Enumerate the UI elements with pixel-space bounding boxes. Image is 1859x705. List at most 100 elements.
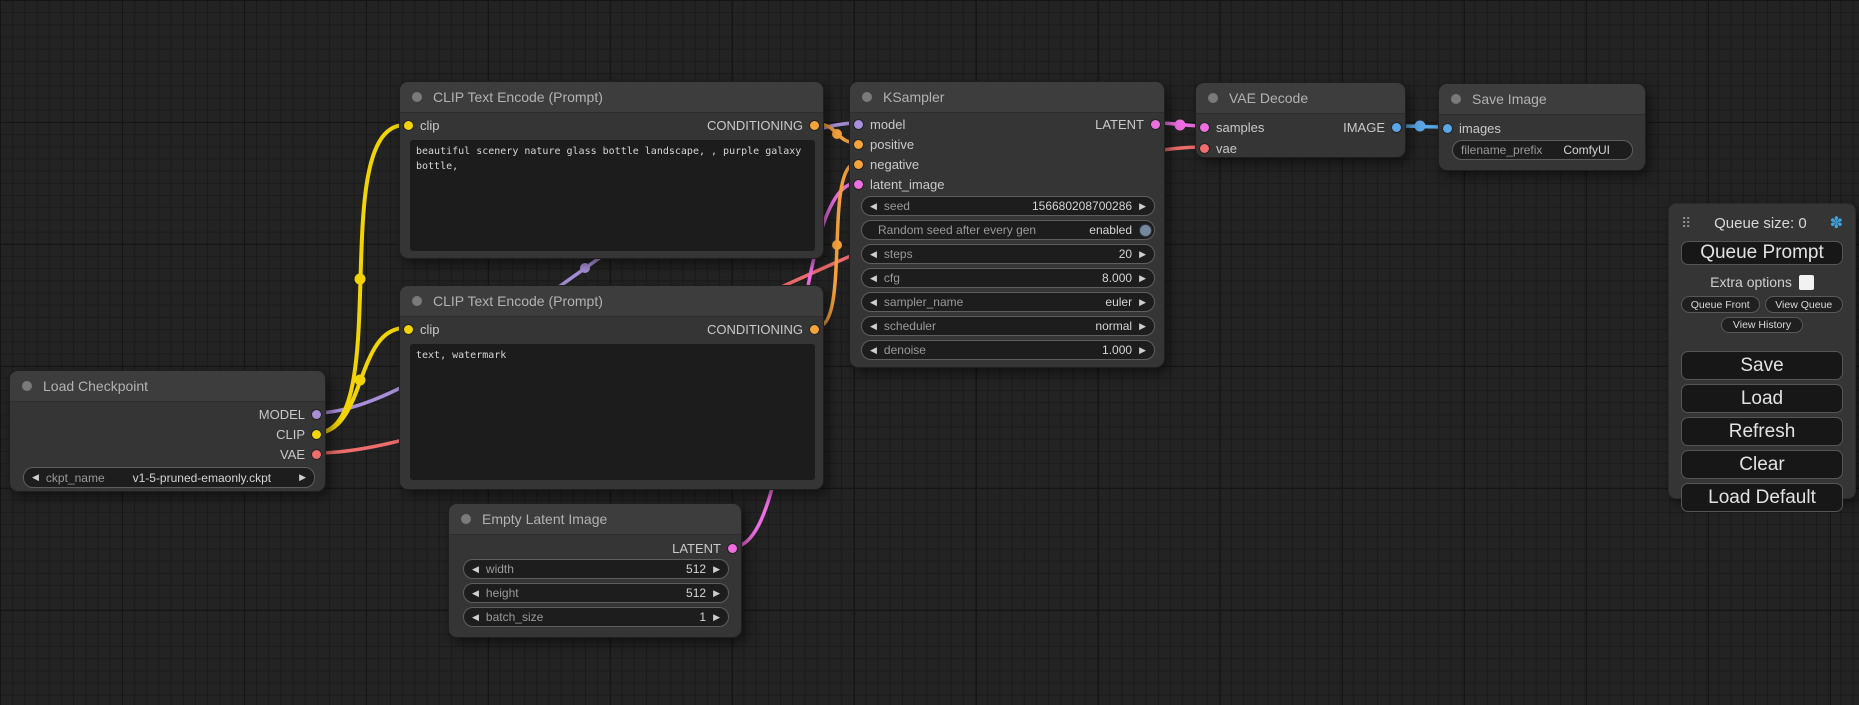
collapse-dot[interactable] <box>412 92 422 102</box>
vae-port-icon[interactable] <box>1200 144 1209 153</box>
gear-icon[interactable]: ✽ <box>1830 213 1843 233</box>
extra-options-checkbox[interactable] <box>1799 275 1814 290</box>
decrement-arrow-icon[interactable]: ◀ <box>870 322 877 331</box>
image-port-icon[interactable] <box>1392 123 1401 132</box>
node-clip-text-encode-negative[interactable]: CLIP Text Encode (Prompt) clip CONDITION… <box>399 285 824 490</box>
refresh-button[interactable]: Refresh <box>1681 417 1843 446</box>
increment-arrow-icon[interactable]: ▶ <box>1139 202 1146 211</box>
drag-handle-icon[interactable]: ⠿ <box>1681 215 1691 232</box>
decrement-arrow-icon[interactable]: ◀ <box>870 274 877 283</box>
decrement-arrow-icon[interactable]: ◀ <box>870 298 877 307</box>
increment-arrow-icon[interactable]: ▶ <box>1139 322 1146 331</box>
clear-button[interactable]: Clear <box>1681 450 1843 479</box>
node-header[interactable]: CLIP Text Encode (Prompt) <box>400 82 823 113</box>
increment-arrow-icon[interactable]: ▶ <box>1139 298 1146 307</box>
image-port-icon[interactable] <box>1443 124 1452 133</box>
load-button[interactable]: Load <box>1681 384 1843 413</box>
input-slot-model[interactable]: model <box>854 116 905 132</box>
node-load-checkpoint[interactable]: Load Checkpoint MODEL CLIP VAE ◀ ckpt_na… <box>9 370 326 492</box>
input-slot-clip[interactable]: clip <box>404 321 440 337</box>
decrement-arrow-icon[interactable]: ◀ <box>472 565 479 574</box>
widget-sampler-name[interactable]: ◀ sampler_name euler ▶ <box>861 292 1155 312</box>
increment-arrow-icon[interactable]: ▶ <box>299 473 306 482</box>
prompt-textarea[interactable]: beautiful scenery nature glass bottle la… <box>410 140 815 251</box>
widget-width[interactable]: ◀ width 512 ▶ <box>463 559 729 579</box>
conditioning-port-icon[interactable] <box>810 325 819 334</box>
input-slot-positive[interactable]: positive <box>854 136 914 152</box>
widget-steps[interactable]: ◀ steps 20 ▶ <box>861 244 1155 264</box>
node-header[interactable]: Load Checkpoint <box>10 371 325 402</box>
decrement-arrow-icon[interactable]: ◀ <box>472 589 479 598</box>
increment-arrow-icon[interactable]: ▶ <box>713 613 720 622</box>
conditioning-port-icon[interactable] <box>854 140 863 149</box>
node-graph-canvas[interactable]: Load Checkpoint MODEL CLIP VAE ◀ ckpt_na… <box>0 0 1859 705</box>
clip-port-icon[interactable] <box>312 430 321 439</box>
toggle-dot-icon[interactable] <box>1139 224 1152 237</box>
latent-port-icon[interactable] <box>1200 123 1209 132</box>
widget-cfg[interactable]: ◀ cfg 8.000 ▶ <box>861 268 1155 288</box>
node-header[interactable]: Empty Latent Image <box>449 504 741 535</box>
queue-prompt-button[interactable]: Queue Prompt <box>1681 241 1843 265</box>
output-slot-vae[interactable]: VAE <box>280 446 321 462</box>
collapse-dot[interactable] <box>1451 94 1461 104</box>
collapse-dot[interactable] <box>1208 93 1218 103</box>
widget-seed[interactable]: ◀ seed 156680208700286 ▶ <box>861 196 1155 216</box>
queue-front-button[interactable]: Queue Front <box>1681 296 1760 313</box>
output-slot-model[interactable]: MODEL <box>259 406 321 422</box>
node-save-image[interactable]: Save Image images filename_prefix ComfyU… <box>1438 83 1646 171</box>
output-slot-latent[interactable]: LATENT <box>1095 116 1160 132</box>
input-slot-clip[interactable]: clip <box>404 117 440 133</box>
latent-port-icon[interactable] <box>854 180 863 189</box>
widget-ckpt-name[interactable]: ◀ ckpt_name v1-5-pruned-emaonly.ckpt ▶ <box>23 467 315 488</box>
increment-arrow-icon[interactable]: ▶ <box>713 565 720 574</box>
increment-arrow-icon[interactable]: ▶ <box>1139 346 1146 355</box>
input-slot-samples[interactable]: samples <box>1200 119 1264 135</box>
model-port-icon[interactable] <box>854 120 863 129</box>
node-ksampler[interactable]: KSampler model positive negative latent_… <box>849 81 1165 368</box>
latent-port-icon[interactable] <box>1151 120 1160 129</box>
decrement-arrow-icon[interactable]: ◀ <box>472 613 479 622</box>
latent-port-icon[interactable] <box>728 544 737 553</box>
node-header[interactable]: VAE Decode <box>1196 83 1405 114</box>
collapse-dot[interactable] <box>412 296 422 306</box>
save-button[interactable]: Save <box>1681 351 1843 380</box>
output-slot-clip[interactable]: CLIP <box>276 426 321 442</box>
view-queue-button[interactable]: View Queue <box>1765 296 1844 313</box>
output-slot-latent[interactable]: LATENT <box>672 540 737 556</box>
load-default-button[interactable]: Load Default <box>1681 483 1843 512</box>
input-slot-negative[interactable]: negative <box>854 156 919 172</box>
clip-port-icon[interactable] <box>404 325 413 334</box>
clip-port-icon[interactable] <box>404 121 413 130</box>
vae-port-icon[interactable] <box>312 450 321 459</box>
conditioning-port-icon[interactable] <box>854 160 863 169</box>
view-history-button[interactable]: View History <box>1721 317 1803 333</box>
input-slot-images[interactable]: images <box>1443 120 1501 136</box>
widget-height[interactable]: ◀ height 512 ▶ <box>463 583 729 603</box>
decrement-arrow-icon[interactable]: ◀ <box>870 202 877 211</box>
node-header[interactable]: Save Image <box>1439 84 1645 115</box>
node-clip-text-encode-positive[interactable]: CLIP Text Encode (Prompt) clip CONDITION… <box>399 81 824 259</box>
widget-denoise[interactable]: ◀ denoise 1.000 ▶ <box>861 340 1155 360</box>
increment-arrow-icon[interactable]: ▶ <box>1139 274 1146 283</box>
input-slot-latent-image[interactable]: latent_image <box>854 176 944 192</box>
output-slot-image[interactable]: IMAGE <box>1343 119 1401 135</box>
output-slot-conditioning[interactable]: CONDITIONING <box>707 321 819 337</box>
decrement-arrow-icon[interactable]: ◀ <box>870 346 877 355</box>
widget-scheduler[interactable]: ◀ scheduler normal ▶ <box>861 316 1155 336</box>
prompt-textarea[interactable]: text, watermark <box>410 344 815 480</box>
output-slot-conditioning[interactable]: CONDITIONING <box>707 117 819 133</box>
widget-batch-size[interactable]: ◀ batch_size 1 ▶ <box>463 607 729 627</box>
decrement-arrow-icon[interactable]: ◀ <box>32 473 39 482</box>
input-slot-vae[interactable]: vae <box>1200 140 1237 156</box>
node-vae-decode[interactable]: VAE Decode samples vae IMAGE <box>1195 82 1406 158</box>
widget-filename-prefix[interactable]: filename_prefix ComfyUI <box>1452 140 1633 160</box>
collapse-dot[interactable] <box>22 381 32 391</box>
model-port-icon[interactable] <box>312 410 321 419</box>
widget-random-seed-toggle[interactable]: Random seed after every gen enabled <box>861 220 1155 240</box>
collapse-dot[interactable] <box>862 92 872 102</box>
increment-arrow-icon[interactable]: ▶ <box>1139 250 1146 259</box>
decrement-arrow-icon[interactable]: ◀ <box>870 250 877 259</box>
collapse-dot[interactable] <box>461 514 471 524</box>
conditioning-port-icon[interactable] <box>810 121 819 130</box>
node-empty-latent-image[interactable]: Empty Latent Image LATENT ◀ width 512 ▶ … <box>448 503 742 638</box>
